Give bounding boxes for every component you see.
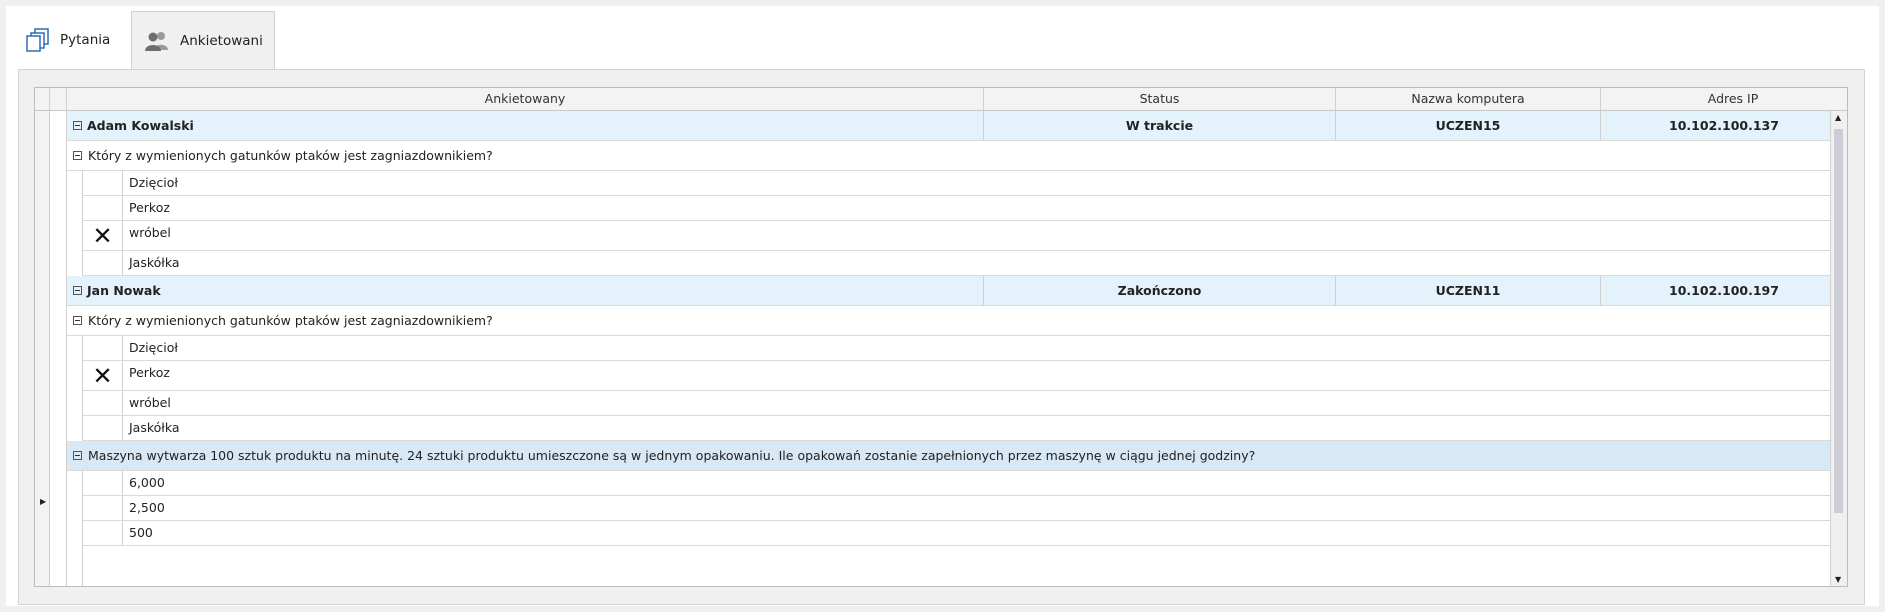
option-row[interactable]: Jaskółka xyxy=(83,251,1847,276)
option-text: Jaskółka xyxy=(129,255,180,270)
option-text: 500 xyxy=(129,525,153,540)
status-cell: Zakończono xyxy=(984,276,1336,305)
vertical-scrollbar[interactable]: ▲ ▼ xyxy=(1830,111,1847,586)
question-text: Maszyna wytwarza 100 sztuk produktu na m… xyxy=(73,441,1255,470)
answer-mark-cell xyxy=(83,391,123,415)
row-expander-column xyxy=(50,111,67,586)
collapse-icon[interactable] xyxy=(73,451,82,460)
question-row[interactable]: Który z wymienionych gatunków ptaków jes… xyxy=(67,141,1847,171)
respondent-row[interactable]: Jan Nowak Zakończono UCZEN11 10.102.100.… xyxy=(67,276,1847,306)
answer-mark-cell xyxy=(83,471,123,495)
scroll-up-icon[interactable]: ▲ xyxy=(1835,113,1841,122)
computer-cell: UCZEN11 xyxy=(1336,276,1601,305)
option-text: Perkoz xyxy=(129,200,170,215)
answer-mark-cell xyxy=(83,336,123,360)
status-cell: W trakcie xyxy=(984,111,1336,140)
grid-header: Ankietowany Status Nazwa komputera Adres… xyxy=(35,88,1847,111)
header-status[interactable]: Status xyxy=(984,88,1336,110)
option-text: 6,000 xyxy=(129,475,165,490)
header-indicator xyxy=(35,88,50,110)
header-ip[interactable]: Adres IP xyxy=(1601,88,1847,110)
scrollbar-thumb[interactable] xyxy=(1834,129,1843,513)
ip-cell: 10.102.100.137 xyxy=(1669,118,1779,133)
tab-label: Pytania xyxy=(60,32,111,48)
answer-mark-cell: ✕ xyxy=(83,221,123,250)
option-text: 2,500 xyxy=(129,500,165,515)
selected-x-icon: ✕ xyxy=(92,221,113,250)
ip-cell: 10.102.100.197 xyxy=(1669,283,1779,298)
collapse-icon[interactable] xyxy=(73,121,82,130)
option-text: Dzięcioł xyxy=(129,340,178,355)
header-expander xyxy=(50,88,67,110)
selected-x-icon: ✕ xyxy=(92,361,113,390)
collapse-icon[interactable] xyxy=(73,151,82,160)
scroll-down-icon[interactable]: ▼ xyxy=(1835,575,1841,584)
collapse-icon[interactable] xyxy=(73,316,82,325)
answer-mark-cell xyxy=(83,196,123,220)
respondent-name-cell: Jan Nowak xyxy=(67,276,984,305)
answer-mark-cell xyxy=(83,521,123,545)
tab-pytania[interactable]: Pytania xyxy=(14,11,129,69)
respondent-name-cell: Adam Kowalski xyxy=(67,111,984,140)
option-row[interactable]: Perkoz xyxy=(83,196,1847,221)
respondents-grid[interactable]: Ankietowany Status Nazwa komputera Adres… xyxy=(34,87,1848,587)
question-row-selected[interactable]: Maszyna wytwarza 100 sztuk produktu na m… xyxy=(67,441,1847,471)
option-text: Dzięcioł xyxy=(129,175,178,190)
option-text: Perkoz xyxy=(129,365,170,380)
answer-mark-cell xyxy=(83,171,123,195)
option-row-selected[interactable]: ✕ wróbel xyxy=(83,221,1847,251)
pages-icon xyxy=(26,28,49,52)
option-row[interactable]: 6,000 xyxy=(83,471,1847,496)
option-text: wróbel xyxy=(129,225,171,240)
tab-label: Ankietowani xyxy=(180,32,263,49)
tree-indent xyxy=(67,336,83,441)
tab-ankietowani[interactable]: Ankietowani xyxy=(131,11,275,69)
option-row-selected[interactable]: ✕ Perkoz xyxy=(83,361,1847,391)
answer-mark-cell xyxy=(83,496,123,520)
header-computer[interactable]: Nazwa komputera xyxy=(1336,88,1601,110)
question-text: Który z wymienionych gatunków ptaków jes… xyxy=(73,306,493,335)
answer-mark-cell xyxy=(83,416,123,440)
tree-indent xyxy=(67,471,83,586)
option-row[interactable]: Dzięcioł xyxy=(83,171,1847,196)
option-row[interactable]: Dzięcioł xyxy=(83,336,1847,361)
answer-mark-cell: ✕ xyxy=(83,361,123,390)
current-row-indicator-icon: ▶ xyxy=(40,497,47,506)
computer-cell: UCZEN15 xyxy=(1336,111,1601,140)
users-icon xyxy=(145,31,168,51)
option-row[interactable]: 2,500 xyxy=(83,496,1847,521)
header-respondent[interactable]: Ankietowany xyxy=(67,88,984,110)
question-row[interactable]: Który z wymienionych gatunków ptaków jes… xyxy=(67,306,1847,336)
answer-mark-cell xyxy=(83,251,123,275)
option-row[interactable]: 500 xyxy=(83,521,1847,546)
option-text: wróbel xyxy=(129,395,171,410)
option-row[interactable]: Jaskółka xyxy=(83,416,1847,441)
row-indicator-column xyxy=(35,111,50,586)
respondent-row[interactable]: Adam Kowalski W trakcie UCZEN15 10.102.1… xyxy=(67,111,1847,141)
option-row[interactable]: wróbel xyxy=(83,391,1847,416)
collapse-icon[interactable] xyxy=(73,286,82,295)
option-text: Jaskółka xyxy=(129,420,180,435)
question-text: Który z wymienionych gatunków ptaków jes… xyxy=(73,141,493,170)
